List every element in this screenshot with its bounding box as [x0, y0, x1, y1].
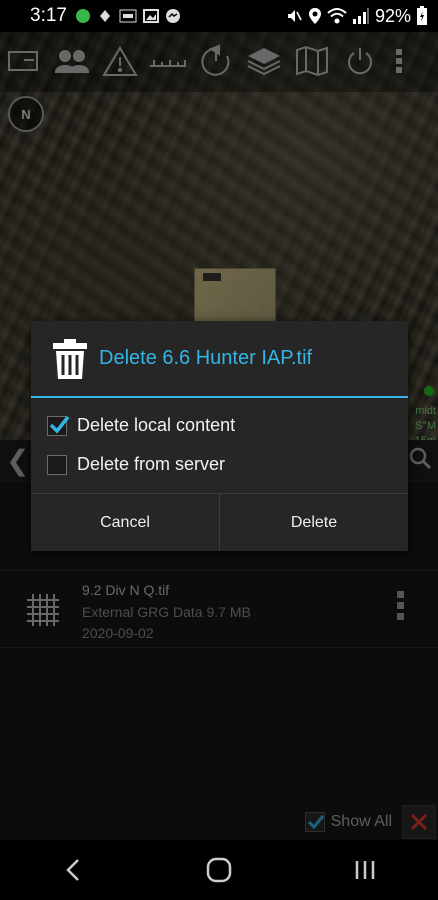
recents-icon — [355, 861, 375, 879]
delete-server-checkbox[interactable] — [47, 454, 67, 475]
checkmark-icon — [49, 415, 70, 434]
wifi-icon — [327, 8, 347, 24]
battery-percent: 92% — [374, 5, 411, 26]
delete-server-option[interactable]: Delete from server — [47, 445, 392, 484]
volte-icon — [119, 9, 137, 23]
status-bar: 3:17 92% — [0, 0, 438, 32]
status-notification-icons — [75, 8, 181, 24]
system-nav-bar — [0, 840, 438, 900]
mute-icon — [287, 10, 302, 22]
dialog-title-bar: Delete 6.6 Hunter IAP.tif — [31, 321, 408, 398]
status-right: 92% — [285, 6, 428, 27]
trash-icon — [53, 338, 87, 379]
gallery-icon — [142, 9, 159, 23]
dialog-title: Delete 6.6 Hunter IAP.tif — [99, 347, 313, 369]
back-icon — [66, 859, 79, 881]
snapchat-icon — [75, 9, 90, 23]
messenger-icon — [165, 9, 180, 23]
cancel-button[interactable]: Cancel — [31, 494, 219, 551]
delete-local-option[interactable]: Delete local content — [47, 406, 392, 445]
battery-icon — [417, 6, 427, 25]
nav-back-button[interactable] — [43, 845, 103, 895]
dialog-buttons: Cancel Delete — [31, 493, 408, 551]
dialog-body: Delete local content Delete from server — [31, 398, 408, 491]
nav-home-button[interactable] — [189, 845, 249, 895]
delete-dialog: Delete 6.6 Hunter IAP.tif Delete local c… — [31, 321, 408, 551]
delete-button[interactable]: Delete — [219, 494, 408, 551]
home-icon — [206, 857, 232, 883]
delete-local-label: Delete local content — [77, 415, 236, 435]
status-time: 3:17 — [30, 5, 67, 26]
notification-icon — [99, 10, 110, 22]
delete-server-label: Delete from server — [77, 454, 226, 474]
signal-icon — [352, 8, 369, 24]
nav-recents-button[interactable] — [335, 845, 395, 895]
delete-local-checkbox[interactable] — [47, 415, 70, 436]
location-icon — [308, 8, 321, 24]
